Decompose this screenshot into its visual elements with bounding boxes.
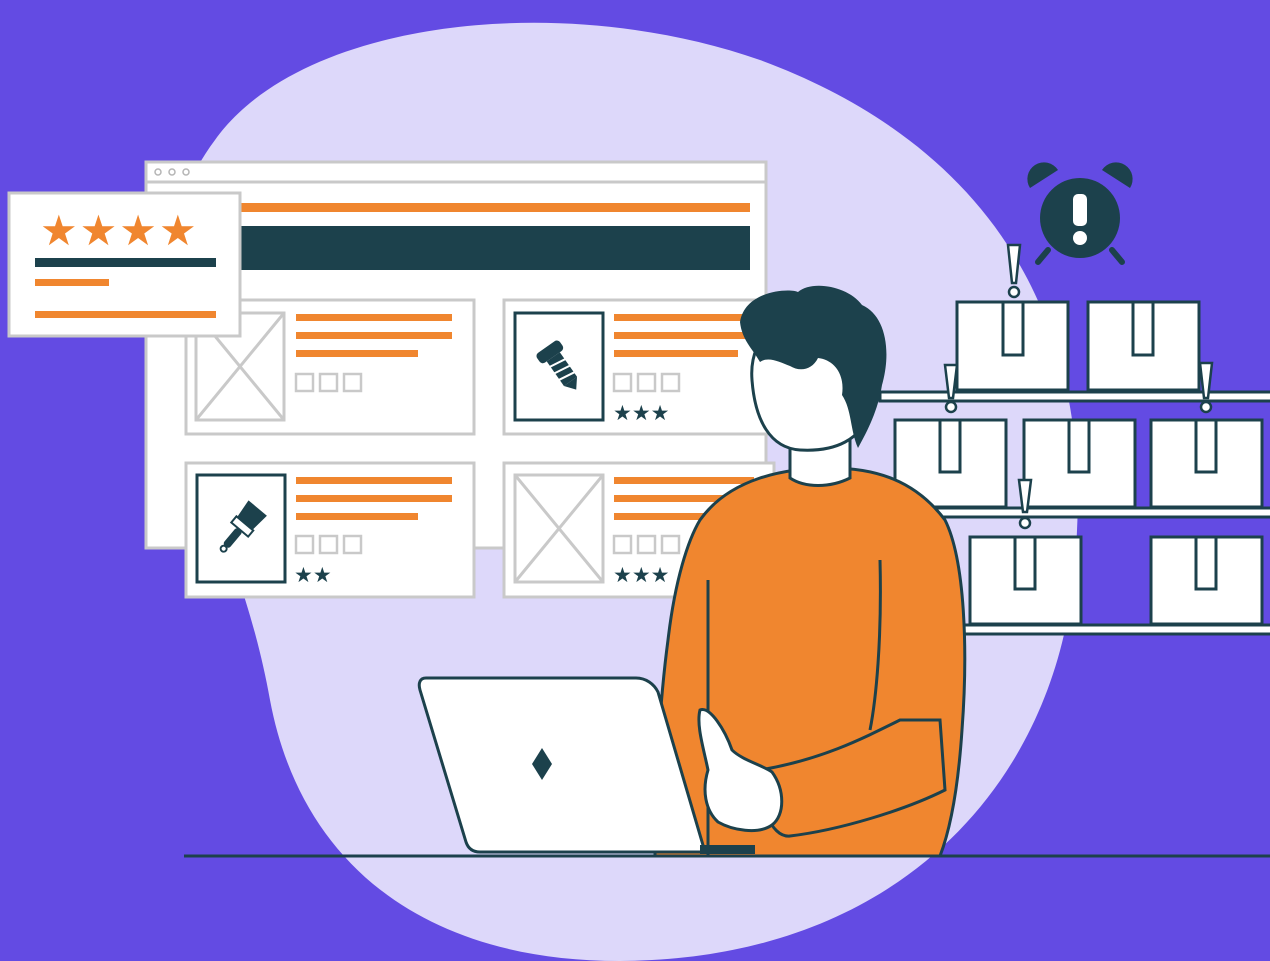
rating-stars: ★★★★ [40, 206, 199, 255]
shelf-box [1022, 418, 1137, 509]
shelf-box [968, 535, 1083, 626]
exclamation-pin-icon [943, 363, 959, 414]
exclamation-pin-icon [1006, 243, 1022, 299]
header-orange-bar [240, 203, 750, 212]
laptop-base [700, 845, 755, 854]
star-rating: ★★★ [613, 563, 669, 587]
header-navy-banner [240, 226, 750, 270]
rating-navy-line [35, 258, 216, 267]
rating-card: ★★★★ [7, 191, 242, 338]
placeholder-image-icon [513, 473, 605, 584]
illustration-canvas: ★★★ ★★ ★★★ ★★★★ [0, 0, 1270, 961]
shelf-box [1149, 418, 1264, 509]
star-rating: ★★ [294, 563, 332, 587]
product-card[interactable]: ★★ [184, 461, 476, 599]
star-rating: ★★★ [613, 401, 669, 425]
exclamation-pin-icon [1017, 478, 1033, 530]
laptop-lid [417, 676, 707, 854]
shelf-box [1086, 300, 1201, 392]
product-card[interactable]: ★★★ [502, 298, 776, 436]
exclamation-pin-icon [1198, 361, 1214, 414]
shelf-box [1149, 535, 1264, 626]
shelf-box [955, 300, 1070, 392]
